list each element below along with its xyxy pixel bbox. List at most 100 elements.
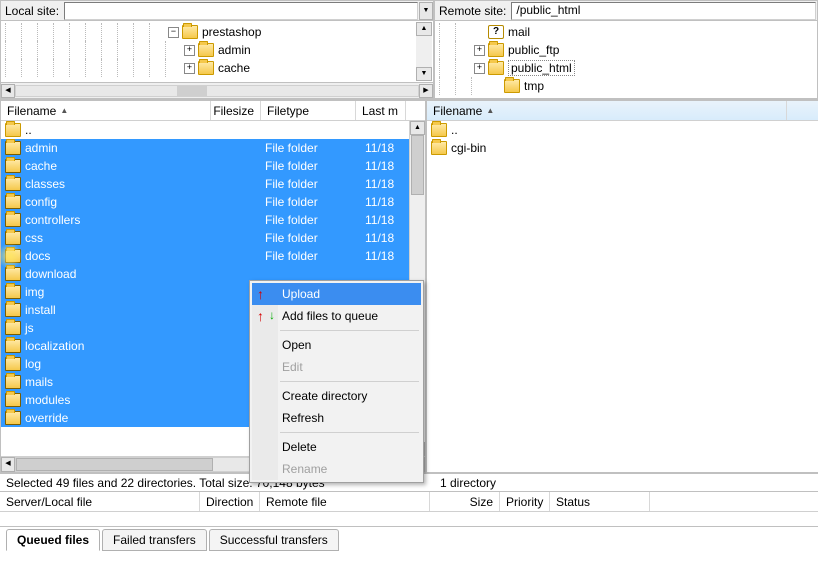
tree-item[interactable]: + public_html: [435, 59, 817, 77]
column-header[interactable]: Filename▲: [427, 101, 787, 120]
context-menu-item[interactable]: Refresh: [252, 407, 421, 429]
context-menu-label: Delete: [282, 440, 317, 454]
file-row[interactable]: ..: [427, 121, 818, 139]
folder-icon: [5, 393, 21, 407]
tree-item[interactable]: + public_ftp: [435, 41, 817, 59]
file-name: download: [25, 267, 76, 281]
tree-item[interactable]: tmp: [435, 77, 817, 95]
local-tree-vscroll[interactable]: ▲ ▼: [416, 22, 432, 81]
file-row[interactable]: cgi-bin: [427, 139, 818, 157]
parent-folder-icon: [431, 123, 447, 137]
remote-col-headers[interactable]: Filename▲: [427, 101, 818, 121]
remote-site-panel: Remote site: /public_html ?mail + public_f…: [434, 0, 818, 99]
remote-status: 1 directory: [434, 473, 818, 491]
remote-files[interactable]: .. cgi-bin: [427, 121, 818, 472]
file-row[interactable]: adminFile folder11/18: [1, 139, 425, 157]
local-tree-hscroll[interactable]: ◀ ▶: [1, 82, 433, 98]
local-col-headers[interactable]: Filename▲FilesizeFiletypeLast m: [1, 101, 425, 121]
folder-icon: [182, 25, 198, 39]
tree-item-label: tmp: [524, 79, 544, 93]
folder-icon: [5, 357, 21, 371]
column-header[interactable]: Status: [550, 492, 650, 511]
folder-icon: [5, 285, 21, 299]
tree-item-label: prestashop: [202, 25, 261, 39]
queue-panel: Server/Local fileDirectionRemote fileSiz…: [0, 491, 818, 526]
column-header[interactable]: Filesize: [211, 101, 261, 120]
folder-icon: [5, 267, 21, 281]
file-row[interactable]: configFile folder11/18: [1, 193, 425, 211]
tree-expander[interactable]: +: [474, 45, 485, 56]
local-site-dropdown[interactable]: ▼: [419, 2, 433, 20]
folder-icon: [5, 141, 21, 155]
folder-icon: [5, 321, 21, 335]
folder-icon: [5, 411, 21, 425]
file-type: File folder: [265, 159, 365, 173]
column-header[interactable]: Size: [430, 492, 500, 511]
folder-icon: [431, 141, 447, 155]
folder-icon: [5, 231, 21, 245]
local-site-panel: Local site: ▼ −prestashop+admin+cache ▲ …: [0, 0, 434, 99]
context-menu-item: Edit: [252, 356, 421, 378]
file-row[interactable]: cacheFile folder11/18: [1, 157, 425, 175]
context-menu-item[interactable]: Delete: [252, 436, 421, 458]
context-menu-item[interactable]: ↑ Upload: [252, 283, 421, 305]
context-menu-label: Add files to queue: [282, 309, 378, 323]
tree-item[interactable]: +admin: [1, 41, 433, 59]
local-tree[interactable]: −prestashop+admin+cache: [1, 21, 433, 82]
file-type: File folder: [265, 177, 365, 191]
column-header[interactable]: Filetype: [261, 101, 356, 120]
remote-file-list: Filename▲ .. cgi-bin: [426, 100, 818, 473]
column-header[interactable]: Remote file: [260, 492, 430, 511]
tree-expander[interactable]: +: [184, 63, 195, 74]
file-type: File folder: [265, 213, 365, 227]
file-row[interactable]: classesFile folder11/18: [1, 175, 425, 193]
tree-item[interactable]: − prestashop: [1, 23, 433, 41]
sort-arrow-icon: ▲: [60, 106, 68, 115]
transfer-tab[interactable]: Successful transfers: [209, 529, 339, 551]
folder-icon: [5, 249, 21, 263]
context-menu-item[interactable]: Create directory: [252, 385, 421, 407]
column-header[interactable]: Filename▲: [1, 101, 211, 120]
file-type: File folder: [265, 231, 365, 245]
file-row[interactable]: ..: [1, 121, 425, 139]
file-row[interactable]: controllersFile folder11/18: [1, 211, 425, 229]
file-name: modules: [25, 393, 70, 407]
upload-icon: ↑: [257, 286, 273, 302]
folder-icon: [198, 43, 214, 57]
folder-icon: [5, 213, 21, 227]
tree-expander[interactable]: −: [168, 27, 179, 38]
context-menu-item: Rename: [252, 458, 421, 480]
transfer-tab[interactable]: Queued files: [6, 529, 100, 551]
tree-item[interactable]: + cache: [1, 59, 433, 77]
file-name: admin: [25, 141, 58, 155]
remote-site-path[interactable]: /public_html: [511, 2, 816, 20]
context-menu-item[interactable]: ↑↓ Add files to queue: [252, 305, 421, 327]
column-header[interactable]: Last m: [356, 101, 406, 120]
context-menu-item[interactable]: Open: [252, 334, 421, 356]
column-header[interactable]: Direction: [200, 492, 260, 511]
file-row[interactable]: docsFile folder11/18: [1, 247, 425, 265]
file-row[interactable]: cssFile folder11/18: [1, 229, 425, 247]
add-queue-icon: ↑↓: [257, 308, 273, 324]
tree-expander[interactable]: +: [184, 45, 195, 56]
tree-expander[interactable]: +: [474, 63, 485, 74]
remote-tree[interactable]: ?mail + public_ftp + public_htmltmp: [435, 21, 817, 98]
file-name: classes: [25, 177, 65, 191]
context-menu-label: Upload: [282, 287, 320, 301]
file-name: override: [25, 411, 68, 425]
column-header[interactable]: Priority: [500, 492, 550, 511]
queue-col-headers[interactable]: Server/Local fileDirectionRemote fileSiz…: [0, 492, 818, 512]
remote-site-label: Remote site:: [435, 4, 510, 18]
file-name: mails: [25, 375, 53, 389]
file-name: docs: [25, 249, 50, 263]
tree-item-label: public_ftp: [508, 43, 559, 57]
tree-item-label: cache: [218, 61, 250, 75]
column-header[interactable]: Server/Local file: [0, 492, 200, 511]
transfer-tab[interactable]: Failed transfers: [102, 529, 207, 551]
local-site-path[interactable]: [64, 2, 418, 20]
file-name: cgi-bin: [451, 141, 486, 155]
tree-item[interactable]: ?mail: [435, 23, 817, 41]
unknown-icon: ?: [488, 25, 504, 39]
folder-icon: [198, 61, 214, 75]
tree-item-label: public_html: [508, 60, 575, 76]
